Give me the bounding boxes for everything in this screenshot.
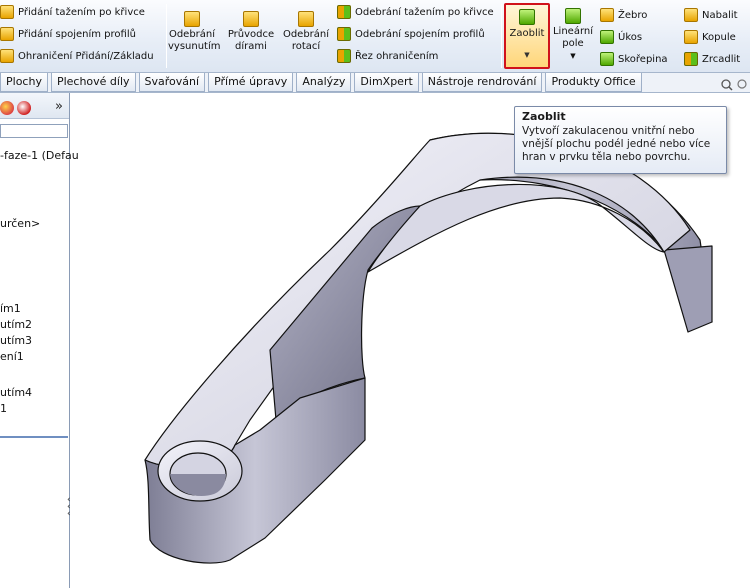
tree-item-feature[interactable]: ení1 xyxy=(0,350,24,363)
wrap-label: Nabalit xyxy=(702,9,738,21)
extruded-cut-button[interactable]: Odebrání vysunutím xyxy=(168,11,221,53)
arch-end-face xyxy=(663,245,713,333)
wrap-icon xyxy=(684,8,698,22)
ribbon-separator xyxy=(501,4,502,68)
command-manager-tabs: Plochy Plechové díly Svařování Přímé úpr… xyxy=(0,73,750,93)
fillet-tooltip: Zaoblit Vytvoří zakulacenou vnitřní nebo… xyxy=(514,106,727,174)
tree-item-configuration[interactable]: -faze-1 (Defau xyxy=(0,149,79,162)
feature-manager-panel: » -faze-1 (Defau určen> ím1 utím2 utím3 … xyxy=(0,93,79,588)
extruded-cut-label-1: Odebrání xyxy=(168,29,216,40)
lofted-cut-label: Odebrání spojením profilů xyxy=(355,28,485,40)
tooltip-line: hran v prvku těla nebo povrchu. xyxy=(522,151,691,163)
hole-wizard-label-2: dírami xyxy=(235,41,267,52)
linear-pattern-icon xyxy=(565,8,581,24)
zoom-tools[interactable] xyxy=(720,78,748,92)
shell-icon xyxy=(600,52,614,66)
linear-pattern-button[interactable]: Lineární pole ▼ xyxy=(551,8,595,62)
rib-button[interactable]: Žebro xyxy=(600,8,647,22)
draft-label: Úkos xyxy=(618,31,643,43)
zoom-icon[interactable] xyxy=(721,79,733,91)
swept-cut-button[interactable]: Odebrání tažením po křivce xyxy=(337,5,494,19)
tab-evaluate[interactable]: Analýzy xyxy=(296,73,352,92)
boundary-boss-icon xyxy=(0,49,14,63)
lofted-cut-button[interactable]: Odebrání spojením profilů xyxy=(337,27,485,41)
zoom-area-icon[interactable] xyxy=(737,79,747,89)
part-model[interactable] xyxy=(144,132,713,564)
ribbon-separator xyxy=(166,4,167,68)
boundary-cut-label: Řez ohraničením xyxy=(355,50,439,62)
mirror-label: Zrcadlit xyxy=(702,53,741,65)
linear-pattern-label-2: pole xyxy=(562,38,584,49)
linear-pattern-label-1: Lineární xyxy=(552,26,594,37)
boundary-cut-button[interactable]: Řez ohraničením xyxy=(337,49,438,63)
panel-divider xyxy=(0,436,68,438)
boundary-boss-label: Ohraničení Přidání/Základu xyxy=(18,50,154,62)
lofted-boss-icon xyxy=(0,27,14,41)
lofted-cut-icon xyxy=(337,27,351,41)
shell-button[interactable]: Skořepina xyxy=(600,52,668,66)
shell-label: Skořepina xyxy=(618,53,668,65)
expand-panel-icon[interactable]: » xyxy=(55,99,63,114)
appearance-tab-icon[interactable] xyxy=(0,101,14,115)
tree-filter-input[interactable] xyxy=(0,124,68,138)
tooltip-title: Zaoblit xyxy=(522,110,566,123)
mirror-icon xyxy=(684,52,698,66)
swept-cut-icon xyxy=(337,5,351,19)
tooltip-line: Vytvoří zakulacenou vnitřní nebo xyxy=(522,125,695,137)
tab-direct-editing[interactable]: Přímé úpravy xyxy=(208,73,294,92)
swept-cut-label: Odebrání tažením po křivce xyxy=(355,6,494,18)
revolved-cut-icon xyxy=(298,11,314,27)
tree-item-feature[interactable]: utím3 xyxy=(0,334,32,347)
linear-pattern-dropdown-icon[interactable]: ▼ xyxy=(570,52,575,60)
hole-wizard-button[interactable]: Průvodce dírami xyxy=(225,11,277,53)
swept-boss-label: Přidání tažením po křivce xyxy=(18,6,145,18)
tree-item-feature[interactable]: 1 xyxy=(0,402,7,415)
fillet-button[interactable]: Zaoblit ▼ xyxy=(504,3,550,69)
rib-icon xyxy=(600,8,614,22)
tab-weldments[interactable]: Svařování xyxy=(138,73,206,92)
swept-boss-button[interactable]: Přidání tažením po křivce xyxy=(0,5,145,19)
tree-item-feature[interactable]: ím1 xyxy=(0,302,21,315)
boundary-boss-button[interactable]: Ohraničení Přidání/Základu xyxy=(0,49,154,63)
lofted-boss-button[interactable]: Přidání spojením profilů xyxy=(0,27,136,41)
wrap-button[interactable]: Nabalit xyxy=(684,8,738,22)
tab-dimxpert[interactable]: DimXpert xyxy=(354,73,419,92)
dome-button[interactable]: Kopule xyxy=(684,30,736,44)
dome-label: Kopule xyxy=(702,31,736,43)
tab-surfaces[interactable]: Plochy xyxy=(0,73,48,92)
hole-wizard-label-1: Průvodce xyxy=(227,29,275,40)
command-manager-ribbon: Přidání tažením po křivce Přidání spojen… xyxy=(0,0,750,73)
arm-top-face xyxy=(144,132,691,468)
tab-office-products[interactable]: Produkty Office xyxy=(545,73,642,92)
swept-boss-icon xyxy=(0,5,14,19)
tree-item-material[interactable]: určen> xyxy=(0,217,40,230)
extruded-cut-label-2: vysunutím xyxy=(168,41,221,52)
lofted-boss-label: Přidání spojením profilů xyxy=(18,28,136,40)
extruded-cut-icon xyxy=(184,11,200,27)
display-manager-tab-icon[interactable] xyxy=(17,101,31,115)
tree-item-feature[interactable]: utím2 xyxy=(0,318,32,331)
tooltip-line: vnější plochu podél jedné nebo více xyxy=(522,138,711,150)
fillet-icon xyxy=(519,9,535,25)
rib-label: Žebro xyxy=(618,9,648,21)
tooltip-body: Vytvoří zakulacenou vnitřní nebo vnější … xyxy=(522,125,719,164)
boundary-cut-icon xyxy=(337,49,351,63)
panel-tabs: » xyxy=(0,93,69,119)
hole-wizard-icon xyxy=(243,11,259,27)
draft-icon xyxy=(600,30,614,44)
draft-button[interactable]: Úkos xyxy=(600,30,642,44)
dome-icon xyxy=(684,30,698,44)
mirror-button[interactable]: Zrcadlit xyxy=(684,52,740,66)
revolved-cut-label-1: Odebrání xyxy=(282,29,330,40)
tab-render-tools[interactable]: Nástroje rendrování xyxy=(421,73,543,92)
fillet-dropdown-icon[interactable]: ▼ xyxy=(506,51,548,59)
revolved-cut-button[interactable]: Odebrání rotací xyxy=(281,11,331,53)
tree-item-feature[interactable]: utím4 xyxy=(0,386,32,399)
revolved-cut-label-2: rotací xyxy=(291,41,321,52)
fillet-label: Zaoblit xyxy=(509,28,545,39)
tab-sheet-metal[interactable]: Plechové díly xyxy=(50,73,136,92)
